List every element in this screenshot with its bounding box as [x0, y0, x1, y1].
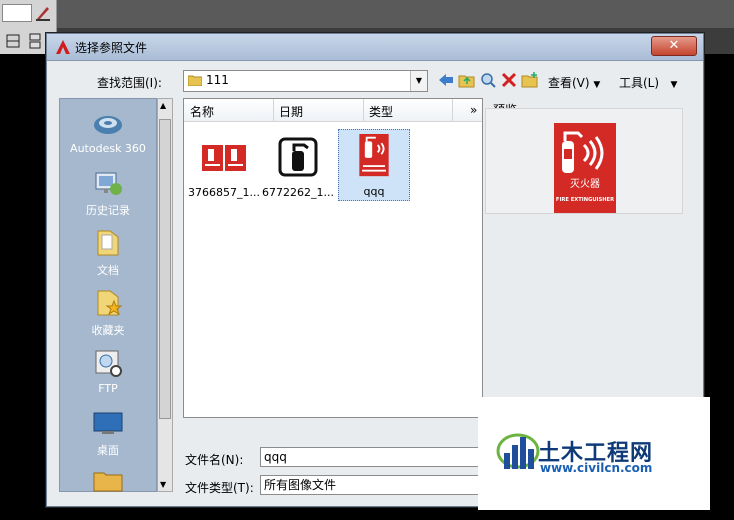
- place-label: Autodesk 360: [70, 142, 146, 155]
- places-bar: Autodesk 360 历史记录 文档 收藏夹 FTP 桌面: [59, 98, 157, 492]
- cad-combo[interactable]: [2, 4, 32, 22]
- close-button[interactable]: ✕: [651, 36, 697, 56]
- autocad-logo-icon: [56, 40, 70, 54]
- folder-icon: [93, 472, 123, 492]
- scroll-up-icon[interactable]: ▲: [160, 101, 166, 110]
- title-bar[interactable]: 选择参照文件 ✕: [47, 34, 703, 61]
- watermark: 土木工程网 www.civilcn.com: [478, 397, 710, 510]
- place-label: 文档: [97, 264, 119, 277]
- lookin-select[interactable]: 111 ▼: [183, 70, 428, 92]
- history-icon: [95, 172, 122, 195]
- sign-text-en: FIRE EXTINGUISHER: [556, 197, 614, 203]
- place-documents[interactable]: 文档: [60, 227, 156, 278]
- column-divider[interactable]: [363, 99, 364, 121]
- column-header-name[interactable]: 名称: [190, 103, 214, 120]
- file-name: qqq: [363, 185, 385, 198]
- filetype-label: 文件类型(T):: [185, 481, 254, 495]
- fire-extinguisher-sign-icon: 灭火器 FIRE EXTINGUISHER: [554, 123, 616, 213]
- image-thumbnail: [278, 137, 318, 177]
- file-item[interactable]: 3766857_1...: [188, 131, 260, 201]
- tools-menu-label: 工具(L): [619, 76, 660, 90]
- scroll-down-icon[interactable]: ▼: [160, 480, 166, 489]
- app-background: [0, 0, 734, 28]
- tools-menu[interactable]: 工具(L) ▼: [619, 74, 677, 91]
- chevron-down-icon[interactable]: ▼: [410, 71, 427, 91]
- file-item-selected[interactable]: qqq: [338, 129, 410, 201]
- chevron-down-icon: ▼: [670, 80, 678, 90]
- back-icon[interactable]: [437, 71, 455, 89]
- delete-icon[interactable]: [500, 71, 518, 89]
- place-desktop[interactable]: 桌面: [60, 407, 156, 458]
- column-header-date[interactable]: 日期: [279, 103, 303, 120]
- place-label: 历史记录: [86, 204, 130, 217]
- watermark-url: www.civilcn.com: [540, 461, 653, 475]
- view-menu-label: 查看(V): [548, 76, 590, 90]
- places-scrollbar[interactable]: ▲ ▼: [157, 98, 173, 492]
- layer-icon[interactable]: [4, 32, 22, 50]
- place-label: FTP: [98, 382, 118, 395]
- image-thumbnail: [359, 134, 389, 177]
- chevron-down-icon: ▼: [593, 80, 601, 90]
- sign-text-cn: 灭火器: [570, 178, 600, 190]
- view-menu[interactable]: 查看(V) ▼: [548, 74, 600, 91]
- place-autodesk-360[interactable]: Autodesk 360: [60, 107, 156, 155]
- more-columns[interactable]: »: [470, 103, 477, 117]
- place-label: 桌面: [97, 444, 119, 457]
- cloud-icon: [94, 116, 122, 134]
- place-folder[interactable]: [60, 465, 156, 500]
- place-favorites[interactable]: 收藏夹: [60, 287, 156, 338]
- ftp-icon: [95, 350, 122, 377]
- column-divider[interactable]: [273, 99, 274, 121]
- new-folder-icon[interactable]: [521, 71, 539, 89]
- search-web-icon[interactable]: [479, 71, 497, 89]
- file-item[interactable]: 6772262_1...: [262, 131, 334, 201]
- file-name: 6772262_1...: [262, 186, 334, 199]
- filename-label: 文件名(N):: [185, 453, 244, 467]
- place-ftp[interactable]: FTP: [60, 347, 156, 395]
- folder-icon: [188, 75, 202, 86]
- place-history[interactable]: 历史记录: [60, 167, 156, 218]
- dialog-title: 选择参照文件: [75, 41, 148, 55]
- file-name: 3766857_1...: [188, 186, 260, 199]
- column-header-type[interactable]: 类型: [369, 103, 393, 120]
- lookin-label: 查找范围(I):: [97, 76, 162, 90]
- brush-icon[interactable]: [34, 4, 52, 22]
- civilcn-logo-icon: [496, 433, 540, 469]
- layer-stack-icon[interactable]: [26, 32, 44, 50]
- desktop-icon: [93, 412, 123, 434]
- preview-pane: 灭火器 FIRE EXTINGUISHER: [485, 108, 683, 214]
- scroll-thumb[interactable]: [159, 119, 171, 419]
- image-thumbnail: [202, 145, 246, 171]
- documents-icon: [97, 230, 119, 256]
- column-divider[interactable]: [452, 99, 453, 121]
- up-folder-icon[interactable]: [458, 71, 476, 89]
- lookin-value: 111: [206, 73, 229, 87]
- favorites-icon: [97, 290, 123, 316]
- file-list[interactable]: 名称 日期 类型 » 3766857_1... 6772262_1... qqq: [183, 98, 483, 418]
- place-label: 收藏夹: [91, 324, 125, 337]
- column-headers: 名称 日期 类型 »: [184, 99, 482, 122]
